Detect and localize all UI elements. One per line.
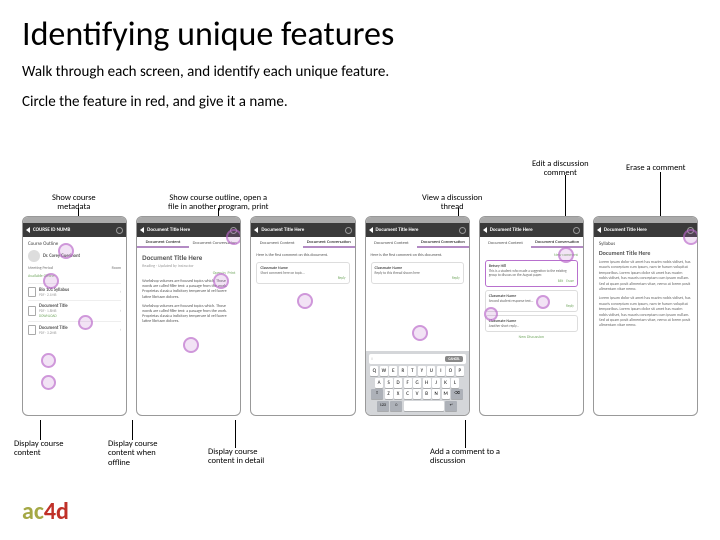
back-icon <box>26 227 30 233</box>
tab-content: Document Content <box>251 240 303 247</box>
back-icon <box>597 227 601 233</box>
header-title: Document Title Here <box>147 227 190 233</box>
back-icon <box>254 227 258 233</box>
download-link: DOWNLOAD <box>39 314 116 318</box>
back-icon <box>483 227 487 233</box>
file-icon <box>28 306 36 316</box>
available-offline: Available Offline <box>28 274 121 279</box>
discussion-text: Here is the first comment on this docume… <box>256 253 349 258</box>
doc-title: Document Title Here <box>599 249 692 257</box>
long-text: Lorem ipsum dolor sit amet has mazim nob… <box>599 260 692 292</box>
menu-icon <box>687 227 694 234</box>
file-icon <box>28 325 36 335</box>
menu-icon <box>230 227 237 234</box>
file-icon <box>28 287 36 297</box>
doc-title: Document Title Here <box>142 253 235 262</box>
open-in-action: Open in <box>213 271 226 276</box>
annotation-display-content: Display course content <box>14 440 63 459</box>
tab-conversation: Document Conversation <box>417 239 469 248</box>
keyboard: I CANCEL QWERTYUIOP ASDFGHJKL ⇧ZXCVBNM⌫ … <box>366 351 469 415</box>
menu-icon <box>459 227 466 234</box>
room-label: Room <box>112 266 122 271</box>
slide-subtitle-2: Circle the feature in red, and give it a… <box>0 89 720 115</box>
thread-item: Classmate Name Short comment here on top… <box>256 262 349 284</box>
header-title: COURSE ID NUMB <box>33 227 70 233</box>
annotation-view-thread: View a discussion thread <box>422 194 482 213</box>
doc-subtitle: Syllabus <box>599 241 692 247</box>
tab-conversation: Document Conversation <box>303 239 355 248</box>
annotation-add-comment: Add a comment to a discussion <box>430 448 500 467</box>
menu-icon <box>116 227 123 234</box>
annotation-display-offline: Display course content when offline <box>108 440 157 468</box>
logo-ac: ac <box>22 497 44 526</box>
meeting-label: Meeting Period <box>28 266 53 271</box>
logo-4d: 4d <box>44 497 69 526</box>
tab-conversation: Document Conversation <box>531 239 583 248</box>
menu-icon <box>573 227 580 234</box>
thread-item: Classmate Name Second student response t… <box>485 290 578 312</box>
back-icon <box>369 227 373 233</box>
file-row: Document Title PDF · 1.8MB DOWNLOAD › <box>28 300 121 321</box>
reply-link: Reply <box>375 276 460 280</box>
slide-subtitle-1: Walk through each screen, and identify e… <box>0 59 720 85</box>
header-title: Document Title Here <box>604 227 647 233</box>
comment-text: This is a student who made a suggestion … <box>489 269 574 277</box>
reply-link: Reply <box>260 276 345 280</box>
phone-document-detail: Document Title Here Document Content Doc… <box>136 216 241 416</box>
doc-text: Workshop volumes are focused topics whic… <box>142 279 235 300</box>
phone-add-comment: Document Title Here Document Content Doc… <box>365 216 470 416</box>
reply-link: Reply <box>489 304 574 308</box>
thread-item: Classmate Name Reply to this thread show… <box>371 262 464 284</box>
section-title: Course Outline <box>28 241 121 247</box>
logo: ac4d <box>22 497 69 526</box>
file-row: Document Title PDF · 3.2MB › <box>28 321 121 338</box>
tab-conversation: Document Conversation <box>189 240 241 247</box>
annotation-edit-comment: Edit a discussion comment <box>532 160 589 179</box>
phone-discussion-list: Document Title Here Document Content Doc… <box>250 216 355 416</box>
edit-comment-box: Betsey Hill This is a student who made a… <box>485 260 578 287</box>
slide-title: Identifying unique features <box>0 0 720 59</box>
long-text: Lorem ipsum dolor sit amet has mazim nob… <box>599 296 692 328</box>
print-action: Print <box>228 271 236 276</box>
annotation-erase-comment: Erase a comment <box>626 164 686 173</box>
instructor-name: Dr. Corey Guerinont <box>43 254 80 259</box>
menu-icon <box>345 227 352 234</box>
tab-content: Document Content <box>480 240 532 247</box>
discussion-text: Here is the first comment on this docume… <box>371 253 464 258</box>
tab-content: Document Content <box>366 240 418 247</box>
header-title: Document Title Here <box>376 227 419 233</box>
thread-item: Classmate Name Another short reply... <box>485 315 578 332</box>
annotation-show-metadata: Show course metadata <box>52 194 96 213</box>
phone-row: COURSE ID NUMB Course Outline Dr. Corey … <box>22 216 698 416</box>
cancel-button: CANCEL <box>445 356 462 362</box>
header-title: Document Title Here <box>261 227 304 233</box>
tab-content: Document Content <box>137 239 189 248</box>
erase-action: Erase <box>566 279 574 283</box>
avatar <box>28 250 40 262</box>
phone-course-outline: COURSE ID NUMB Course Outline Dr. Corey … <box>22 216 127 416</box>
back-icon <box>140 227 144 233</box>
header-title: Document Title Here <box>490 227 533 233</box>
phone-erase-comment: Document Title Here Syllabus Document Ti… <box>593 216 698 416</box>
annotation-display-detail: Display course content in detail <box>208 448 264 467</box>
phone-edit-comment: Document Title Here Document Content Doc… <box>479 216 584 416</box>
edit-action: Edit <box>558 279 563 283</box>
doc-text: Workshop volumes are focused topics whic… <box>142 304 235 325</box>
file-row: Bio 101 Syllabus PDF · 2.1MB › <box>28 283 121 300</box>
